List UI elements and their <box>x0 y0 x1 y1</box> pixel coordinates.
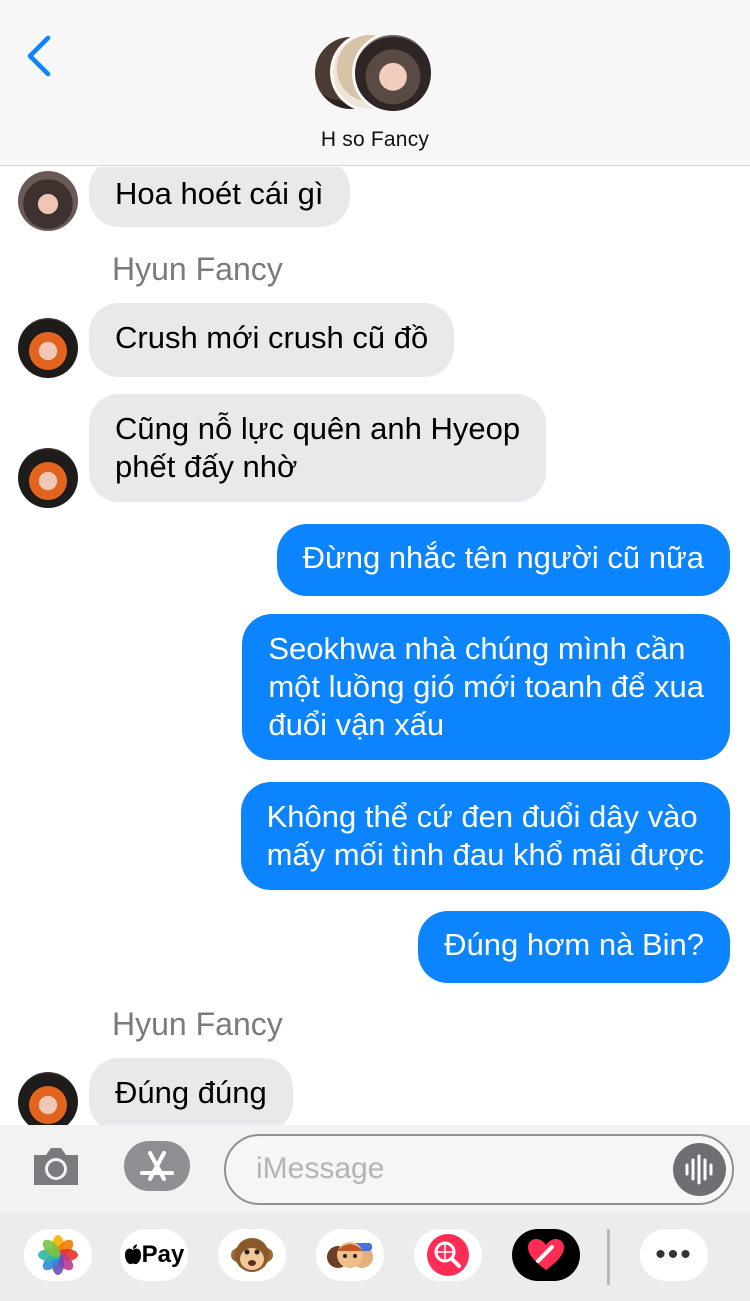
digital-touch-icon <box>528 1239 564 1270</box>
incoming-message-bubble[interactable]: Hoa hoét cái gì <box>89 167 350 227</box>
message-text: Hoa hoét cái gì <box>115 176 324 211</box>
camera-button[interactable] <box>30 1143 82 1189</box>
message-text: một luồng gió mới toanh để xua <box>268 669 704 704</box>
back-button[interactable] <box>22 32 62 80</box>
sender-avatar[interactable] <box>18 1072 78 1125</box>
outgoing-message-bubble[interactable]: Đừng nhắc tên người cũ nữa <box>276 524 730 596</box>
more-icon: ••• <box>655 1238 693 1271</box>
apple-pay-icon <box>124 1244 141 1265</box>
incoming-message-bubble[interactable]: Cũng nỗ lực quên anh Hyeop phết đấy nhờ <box>89 394 547 502</box>
monkey-animoji-icon <box>231 1238 273 1272</box>
message-text: phết đấy nhờ <box>115 449 298 484</box>
web-search-app-button[interactable] <box>414 1229 482 1281</box>
memoji-app-button[interactable] <box>316 1229 384 1281</box>
photos-app-button[interactable] <box>24 1229 92 1281</box>
group-name[interactable]: H so Fancy <box>0 128 750 152</box>
chevron-left-icon <box>27 35 51 77</box>
conversation-header: H so Fancy <box>0 0 750 166</box>
group-avatar[interactable] <box>312 32 438 114</box>
message-text: Không thể cứ đen đuổi dây vào <box>266 799 698 834</box>
audio-waveform-icon <box>685 1154 713 1185</box>
sender-name-label: Hyun Fancy <box>112 1006 283 1042</box>
sender-name-label: Hyun Fancy <box>112 251 283 287</box>
camera-icon <box>34 1148 78 1185</box>
outgoing-message-bubble[interactable]: Đúng hơm nà Bin? <box>418 911 730 983</box>
message-text: Cũng nỗ lực quên anh Hyeop <box>115 411 521 446</box>
apple-pay-app-button[interactable]: Pay <box>120 1229 188 1281</box>
app-store-icon <box>140 1151 174 1181</box>
sender-avatar[interactable] <box>18 448 78 508</box>
outgoing-message-bubble[interactable]: Seokhwa nhà chúng mình cần một luồng gió… <box>242 614 730 760</box>
message-text: mấy mối tình đau khổ mãi được <box>266 837 704 872</box>
message-input-placeholder: iMessage <box>256 1152 385 1185</box>
voice-message-button[interactable] <box>673 1143 726 1196</box>
photos-icon <box>38 1235 78 1275</box>
memoji-stickers-icon <box>327 1242 373 1268</box>
apple-pay-label: Pay <box>141 1241 185 1268</box>
message-text: Đúng hơm nà Bin? <box>444 927 704 962</box>
app-store-button[interactable] <box>124 1141 190 1191</box>
member-avatar <box>352 32 434 114</box>
app-strip-divider <box>607 1229 610 1285</box>
message-text: Đừng nhắc tên người cũ nữa <box>302 540 704 575</box>
more-apps-button[interactable]: ••• <box>640 1229 708 1281</box>
message-input[interactable]: iMessage <box>224 1134 734 1205</box>
compose-bar: iMessage <box>0 1125 750 1213</box>
animoji-app-button[interactable] <box>218 1229 286 1281</box>
app-drawer: Pay ••• <box>0 1213 750 1301</box>
incoming-message-bubble[interactable]: Crush mới crush cũ đồ <box>89 303 455 377</box>
web-search-icon <box>427 1234 469 1276</box>
message-text: Đúng đúng <box>115 1075 267 1110</box>
sender-avatar[interactable] <box>18 171 78 231</box>
sender-avatar[interactable] <box>18 318 78 378</box>
outgoing-message-bubble[interactable]: Không thể cứ đen đuổi dây vào mấy mối tì… <box>240 782 730 890</box>
message-text: đuổi vận xấu <box>268 707 445 742</box>
message-text: Crush mới crush cũ đồ <box>115 320 429 355</box>
incoming-message-bubble[interactable]: Đúng đúng <box>89 1058 293 1125</box>
message-text: Seokhwa nhà chúng mình cần <box>268 631 686 666</box>
digital-touch-app-button[interactable] <box>512 1229 580 1281</box>
message-thread[interactable]: Hoa hoét cái gì Hyun Fancy Crush mới cru… <box>0 167 750 1125</box>
